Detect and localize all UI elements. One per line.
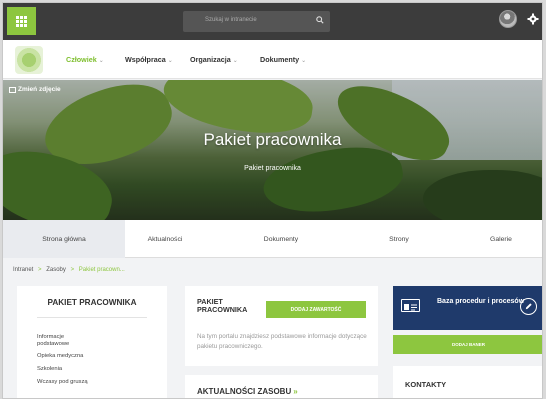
breadcrumb-separator: > (70, 267, 75, 273)
pencil-icon (525, 303, 532, 310)
content-panel: PAKIET PRACOWNIKA DODAJ ZAWARTOŚĆ Na tym… (185, 286, 378, 366)
breadcrumb-item[interactable]: Zasoby (46, 267, 66, 273)
hero-banner: Zmień zdjęcie Pakiet pracownika Pakiet p… (3, 80, 542, 220)
breadcrumb: Intranet > Zasoby > Pakiet pracown... (13, 267, 125, 273)
content-description: Na tym portalu znajdziesz podstawowe inf… (197, 333, 367, 350)
side-menu-item[interactable]: Informacje podstawowe (37, 334, 97, 348)
chevron-down-icon: ⌄ (301, 58, 307, 64)
change-photo-button[interactable]: Zmień zdjęcie (9, 86, 61, 93)
search-input[interactable]: Szukaj w intranecie (183, 11, 330, 32)
tab-aktualnosci[interactable]: Aktualności (125, 220, 205, 258)
app-launcher-button[interactable] (7, 7, 36, 35)
contacts-panel: KONTAKTY (393, 366, 542, 398)
gear-icon[interactable] (527, 13, 539, 25)
nav-item-dokumenty[interactable]: Dokumenty ⌄ (260, 55, 306, 64)
contacts-title: KONTAKTY (405, 380, 447, 389)
image-icon (9, 86, 16, 93)
add-content-button[interactable]: DODAJ ZAWARTOŚĆ (266, 301, 366, 318)
hero-title: Pakiet pracownika (203, 130, 342, 149)
page-frame: Szukaj w intranecie Człowiek ⌄ Współpraca… (2, 2, 543, 399)
section-tabs: Strona główna Aktualności Dokumenty Stro… (3, 220, 542, 258)
edit-button[interactable] (520, 298, 537, 315)
chevron-down-icon: ⌄ (98, 58, 104, 64)
nav-item-czlowiek[interactable]: Człowiek ⌄ (66, 55, 104, 64)
tab-dokumenty[interactable]: Dokumenty (241, 220, 321, 258)
side-menu-panel: PAKIET PRACOWNIKA Informacje podstawowe … (17, 286, 167, 398)
grid-icon (16, 15, 27, 27)
nav-item-label: Człowiek (66, 55, 97, 64)
double-chevron-right-icon: » (293, 387, 298, 396)
search-placeholder: Szukaj w intranecie (205, 17, 257, 23)
news-title-link[interactable]: AKTUALNOŚCI ZASOBU» (197, 387, 298, 396)
chevron-down-icon: ⌄ (167, 58, 173, 64)
breadcrumb-current: Pakiet pracown... (78, 267, 125, 273)
content-panel-title: PAKIET PRACOWNIKA (197, 297, 248, 314)
add-banner-button[interactable]: DODAJ BANER (393, 335, 542, 354)
news-panel: AKTUALNOŚCI ZASOBU» (185, 375, 378, 398)
hero-overlay (3, 80, 542, 220)
id-card-icon (401, 299, 420, 312)
nav-item-label: Dokumenty (260, 55, 300, 64)
site-logo[interactable] (15, 46, 43, 74)
nav-item-label: Organizacja (190, 55, 231, 64)
procedures-title: Baza procedur i procesów (437, 298, 525, 305)
change-photo-label: Zmień zdjęcie (18, 86, 61, 93)
nav-item-label: Współpraca (125, 55, 166, 64)
nav-item-organizacja[interactable]: Organizacja ⌄ (190, 55, 238, 64)
main-nav: Człowiek ⌄ Współpraca ⌄ Organizacja ⌄ Dokum… (3, 40, 542, 79)
side-menu-item[interactable]: Wczasy pod gruszą (37, 379, 88, 386)
search-icon[interactable] (316, 16, 324, 24)
side-menu-item[interactable]: Szkolenia (37, 366, 62, 373)
tab-strony[interactable]: Strony (359, 220, 439, 258)
procedures-card[interactable]: Baza procedur i procesów (393, 286, 542, 330)
divider (37, 317, 147, 318)
top-bar: Szukaj w intranecie (3, 3, 542, 40)
tab-galerie[interactable]: Galerie (461, 220, 541, 258)
tab-strona-glowna[interactable]: Strona główna (3, 220, 125, 258)
breadcrumb-item[interactable]: Intranet (13, 267, 33, 273)
chevron-down-icon: ⌄ (232, 58, 238, 64)
news-title: AKTUALNOŚCI ZASOBU (197, 387, 292, 396)
breadcrumb-separator: > (38, 267, 42, 273)
nav-item-wspolpraca[interactable]: Współpraca ⌄ (125, 55, 173, 64)
hero-subtitle: Pakiet pracownika (244, 165, 301, 172)
user-avatar[interactable] (499, 10, 517, 28)
right-column: Baza procedur i procesów DODAJ BANER KON… (393, 286, 542, 398)
side-menu-item[interactable]: Opieka medyczna (37, 353, 83, 360)
side-menu-title: PAKIET PRACOWNIKA (47, 298, 137, 307)
